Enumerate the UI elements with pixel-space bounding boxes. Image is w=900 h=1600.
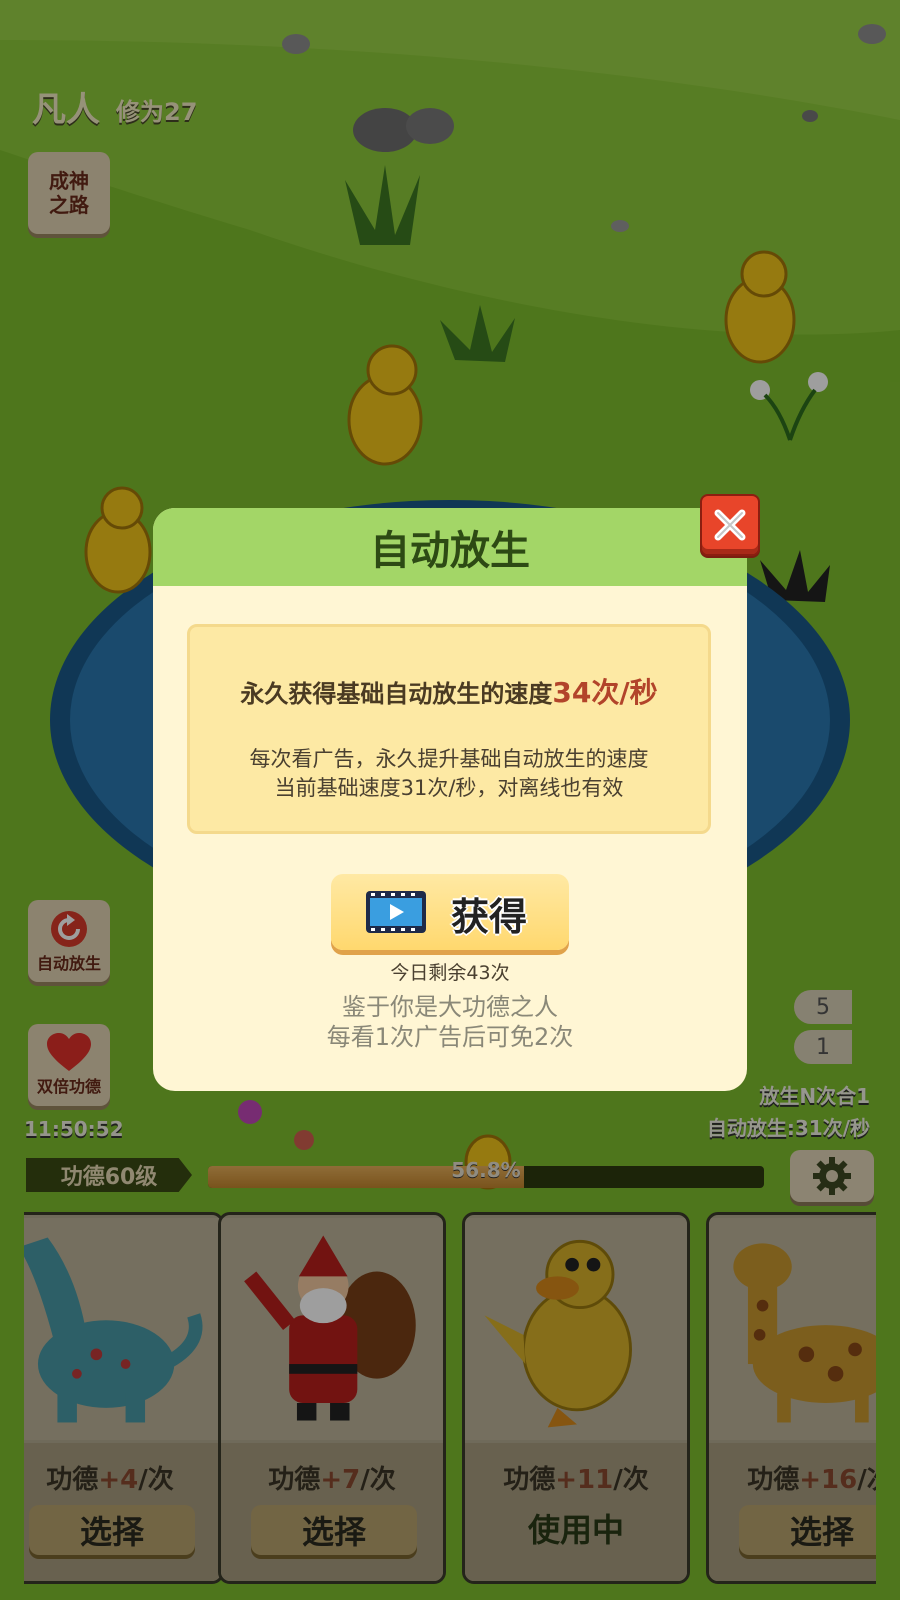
- close-icon: [714, 509, 746, 541]
- headline-text: 永久获得基础自动放生的速度: [240, 680, 553, 708]
- dialog-title: 自动放生: [153, 508, 747, 586]
- headline-speed: 34次/秒: [552, 676, 658, 709]
- headline: 永久获得基础自动放生的速度34次/秒: [190, 671, 708, 711]
- get-button-label: 获得: [451, 895, 528, 939]
- info-panel: 永久获得基础自动放生的速度34次/秒 每次看广告，永久提升基础自动放生的速度 当…: [187, 624, 711, 834]
- get-button[interactable]: 获得: [331, 874, 569, 950]
- bonus-note: 鉴于你是大功德之人 每看1次广告后可免2次: [153, 992, 747, 1052]
- description: 每次看广告，永久提升基础自动放生的速度 当前基础速度31次/秒，对离线也有效: [190, 745, 708, 803]
- note-line-1: 鉴于你是大功德之人: [342, 993, 558, 1021]
- close-button[interactable]: [700, 494, 760, 556]
- description-line-2: 当前基础速度31次/秒，对离线也有效: [274, 776, 624, 800]
- video-ad-icon: [366, 891, 426, 933]
- description-line-1: 每次看广告，永久提升基础自动放生的速度: [249, 747, 649, 771]
- auto-release-dialog: 自动放生 永久获得基础自动放生的速度34次/秒 每次看广告，永久提升基础自动放生…: [153, 508, 747, 1091]
- note-line-2: 每看1次广告后可免2次: [326, 1023, 574, 1051]
- remaining-today: 今日剩余43次: [390, 962, 510, 984]
